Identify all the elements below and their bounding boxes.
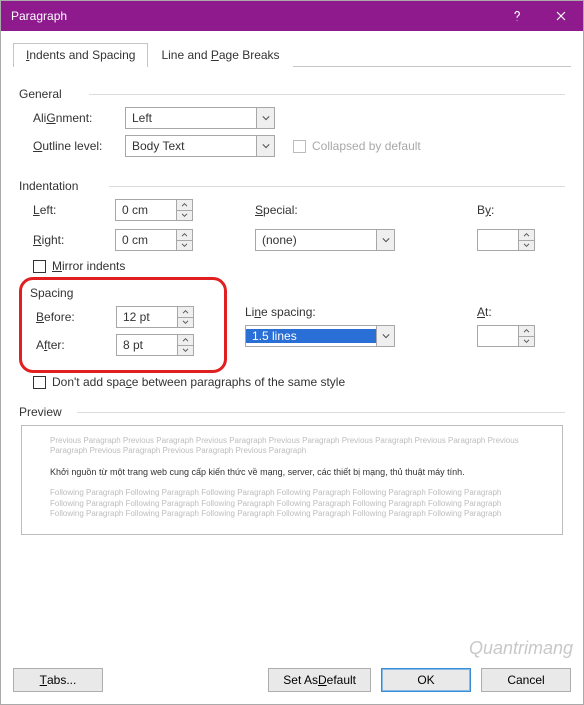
at-label: At: bbox=[477, 305, 492, 319]
spin-up-icon[interactable] bbox=[178, 307, 193, 318]
spin-up-icon[interactable] bbox=[519, 326, 534, 337]
titlebar-buttons bbox=[495, 1, 583, 31]
spin-down-icon[interactable] bbox=[519, 337, 534, 347]
button-bar: Tabs... Set As Default OK Cancel bbox=[13, 668, 571, 692]
collapsed-checkbox bbox=[293, 140, 306, 153]
at-spinner[interactable] bbox=[477, 325, 535, 347]
indentation-group: Indentation bbox=[19, 179, 565, 193]
preview-group: Preview bbox=[19, 405, 565, 419]
line-spacing-label: Line spacing: bbox=[245, 305, 316, 319]
tab-line-page-breaks[interactable]: Line and Page Breaks bbox=[148, 43, 292, 67]
left-label: Left: bbox=[33, 203, 109, 217]
client-area: Indents and Spacing Line and Page Breaks… bbox=[1, 31, 583, 547]
tabs-button[interactable]: Tabs... bbox=[13, 668, 103, 692]
mirror-checkbox[interactable] bbox=[33, 260, 46, 273]
by-spinner[interactable] bbox=[477, 229, 535, 251]
spin-down-icon[interactable] bbox=[177, 211, 192, 221]
line-spacing-select[interactable]: 1.5 lines bbox=[245, 325, 395, 347]
before-label: Before: bbox=[36, 310, 116, 324]
spin-down-icon[interactable] bbox=[519, 241, 534, 251]
mirror-label: Mirror indents bbox=[52, 259, 125, 273]
cancel-button[interactable]: Cancel bbox=[481, 668, 571, 692]
dont-add-space-label: Don't add space between paragraphs of th… bbox=[52, 375, 345, 389]
chevron-down-icon bbox=[376, 230, 394, 250]
titlebar: Paragraph bbox=[1, 1, 583, 31]
collapsed-label: Collapsed by default bbox=[312, 139, 421, 153]
ok-button[interactable]: OK bbox=[381, 668, 471, 692]
spin-up-icon[interactable] bbox=[177, 200, 192, 211]
alignment-label: AliGnment: bbox=[33, 111, 125, 125]
right-spinner[interactable]: 0 cm bbox=[115, 229, 193, 251]
paragraph-dialog: Paragraph Indents and Spacing Line and P… bbox=[0, 0, 584, 705]
spin-down-icon[interactable] bbox=[178, 318, 193, 328]
spin-up-icon[interactable] bbox=[178, 335, 193, 346]
left-spinner[interactable]: 0 cm bbox=[115, 199, 193, 221]
set-default-button[interactable]: Set As Default bbox=[268, 668, 371, 692]
spacing-group: Spacing bbox=[30, 286, 218, 300]
preview-following-text: Following Paragraph Following Paragraph … bbox=[50, 488, 534, 519]
preview-box: Previous Paragraph Previous Paragraph Pr… bbox=[21, 425, 563, 535]
help-button[interactable] bbox=[495, 1, 539, 31]
special-label: Special: bbox=[255, 203, 298, 217]
chevron-down-icon bbox=[376, 326, 394, 346]
general-group: General bbox=[19, 87, 565, 101]
spin-down-icon[interactable] bbox=[178, 346, 193, 356]
window-title: Paragraph bbox=[11, 9, 495, 23]
tab-content: General AliGnment: Left Outline level: B… bbox=[13, 67, 571, 535]
tab-strip: Indents and Spacing Line and Page Breaks bbox=[13, 41, 571, 67]
spacing-highlighted: Spacing Before: 12 pt After: 8 pt bbox=[19, 273, 237, 373]
after-spinner[interactable]: 8 pt bbox=[116, 334, 194, 356]
outline-label: Outline level: bbox=[33, 139, 125, 153]
preview-sample-text: Khởi nguồn từ một trang web cung cấp kiế… bbox=[50, 467, 534, 479]
spin-up-icon[interactable] bbox=[519, 230, 534, 241]
right-label: Right: bbox=[33, 233, 109, 247]
tab-indents-spacing[interactable]: Indents and Spacing bbox=[13, 43, 148, 67]
spin-up-icon[interactable] bbox=[177, 230, 192, 241]
chevron-down-icon bbox=[256, 108, 274, 128]
before-spinner[interactable]: 12 pt bbox=[116, 306, 194, 328]
after-label: After: bbox=[36, 338, 116, 352]
preview-prev-text: Previous Paragraph Previous Paragraph Pr… bbox=[50, 436, 534, 457]
spin-down-icon[interactable] bbox=[177, 241, 192, 251]
special-select[interactable]: (none) bbox=[255, 229, 395, 251]
outline-select[interactable]: Body Text bbox=[125, 135, 275, 157]
chevron-down-icon bbox=[256, 136, 274, 156]
alignment-select[interactable]: Left bbox=[125, 107, 275, 129]
watermark: Quantrimang bbox=[469, 638, 573, 659]
by-label: By: bbox=[477, 203, 494, 217]
dont-add-space-checkbox[interactable] bbox=[33, 376, 46, 389]
close-button[interactable] bbox=[539, 1, 583, 31]
